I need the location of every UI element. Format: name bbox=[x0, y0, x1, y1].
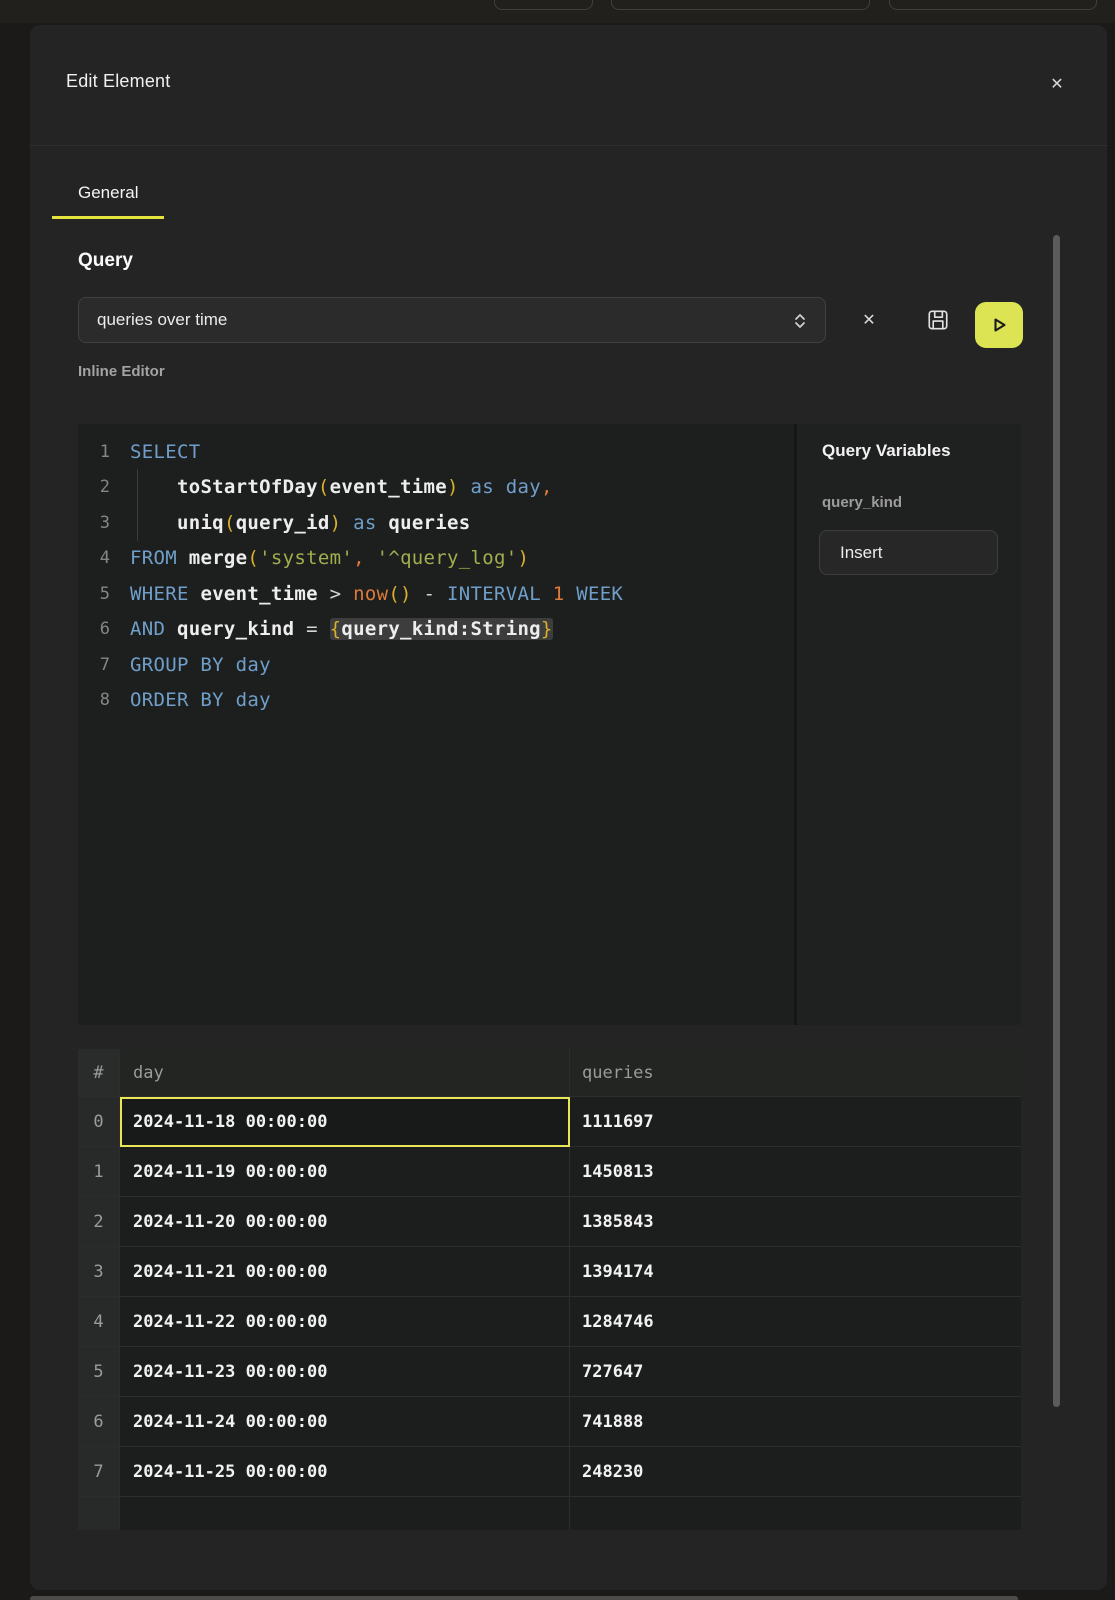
code-text: GROUP BY day bbox=[130, 654, 271, 676]
code-text: SELECT bbox=[130, 441, 200, 463]
code-line[interactable]: 4 FROM merge('system', '^query_log') bbox=[78, 541, 794, 577]
query-heading: Query bbox=[78, 250, 133, 272]
code-text: AND query_kind = {query_kind:String} bbox=[130, 618, 553, 640]
code-text: uniq(query_id) as queries bbox=[130, 512, 471, 534]
tab-general[interactable]: General bbox=[52, 183, 164, 219]
query-variables-heading: Query Variables bbox=[822, 441, 951, 461]
code-line[interactable]: 5 WHERE event_time > now() - INTERVAL 1 W… bbox=[78, 576, 794, 612]
background-button bbox=[494, 0, 593, 10]
line-number: 5 bbox=[88, 584, 110, 604]
row-index-cell[interactable]: 1 bbox=[78, 1147, 120, 1197]
code-text: ORDER BY day bbox=[130, 689, 271, 711]
clear-icon: ✕ bbox=[862, 310, 875, 330]
table-row: 72024-11-25 00:00:00248230 bbox=[78, 1447, 1021, 1497]
chevron-up-down-icon bbox=[789, 310, 811, 332]
code-line[interactable]: 3 uniq(query_id) as queries bbox=[78, 505, 794, 541]
queries-cell[interactable]: 1394174 bbox=[570, 1247, 1021, 1297]
row-index-cell[interactable]: 6 bbox=[78, 1397, 120, 1447]
table-row: 12024-11-19 00:00:001450813 bbox=[78, 1147, 1021, 1197]
query-variables-panel: Query Variables query_kind Insert bbox=[797, 424, 1021, 1025]
day-cell[interactable]: 2024-11-22 00:00:00 bbox=[120, 1297, 570, 1347]
row-index-cell[interactable]: 7 bbox=[78, 1447, 120, 1497]
screen: Edit Element ✕ General Query queries ove… bbox=[0, 0, 1115, 1600]
line-number: 2 bbox=[88, 477, 110, 497]
queries-cell[interactable]: 727647 bbox=[570, 1347, 1021, 1397]
row-index-cell[interactable]: 2 bbox=[78, 1197, 120, 1247]
table-row: 22024-11-20 00:00:001385843 bbox=[78, 1197, 1021, 1247]
background-button bbox=[889, 0, 1097, 10]
line-number: 1 bbox=[88, 442, 110, 462]
table-row: 42024-11-22 00:00:001284746 bbox=[78, 1297, 1021, 1347]
queries-cell[interactable]: 741888 bbox=[570, 1397, 1021, 1447]
line-number: 4 bbox=[88, 548, 110, 568]
save-query-button[interactable] bbox=[923, 305, 953, 335]
row-index-cell[interactable]: 0 bbox=[78, 1097, 120, 1147]
run-query-button[interactable] bbox=[975, 302, 1023, 348]
day-cell-selected[interactable]: 2024-11-18 00:00:00 bbox=[120, 1097, 570, 1147]
modal-scrollbar[interactable] bbox=[1053, 235, 1060, 1407]
edit-element-modal: Edit Element ✕ General Query queries ove… bbox=[30, 25, 1107, 1590]
query-select[interactable]: queries over time bbox=[78, 297, 826, 343]
code-text: toStartOfDay(event_time) as day, bbox=[130, 476, 553, 498]
day-cell[interactable]: 2024-11-23 00:00:00 bbox=[120, 1347, 570, 1397]
day-cell[interactable]: 2024-11-21 00:00:00 bbox=[120, 1247, 570, 1297]
line-number: 6 bbox=[88, 619, 110, 639]
day-cell[interactable]: 2024-11-25 00:00:00 bbox=[120, 1447, 570, 1497]
indent-guide bbox=[137, 469, 138, 541]
queries-cell[interactable]: 1284746 bbox=[570, 1297, 1021, 1347]
day-cell[interactable]: 2024-11-20 00:00:00 bbox=[120, 1197, 570, 1247]
table-trailer-row bbox=[78, 1497, 1021, 1530]
line-number: 8 bbox=[88, 690, 110, 710]
clear-query-button[interactable]: ✕ bbox=[854, 305, 884, 335]
table-body: 02024-11-18 00:00:00111169712024-11-19 0… bbox=[78, 1097, 1021, 1497]
code-line[interactable]: 6 AND query_kind = {query_kind:String} bbox=[78, 612, 794, 648]
close-icon[interactable]: ✕ bbox=[1043, 70, 1071, 98]
inline-editor-label: Inline Editor bbox=[78, 363, 165, 380]
table-header-row: #dayqueries bbox=[78, 1049, 1021, 1097]
column-header-index[interactable]: # bbox=[78, 1049, 120, 1097]
results-table: #dayqueries02024-11-18 00:00:00111169712… bbox=[78, 1049, 1021, 1530]
code-text: FROM merge('system', '^query_log') bbox=[130, 547, 529, 569]
column-header-day[interactable]: day bbox=[120, 1049, 570, 1097]
bottom-edge-element bbox=[30, 1596, 1018, 1600]
play-icon bbox=[986, 312, 1012, 338]
table-row: 62024-11-24 00:00:00741888 bbox=[78, 1397, 1021, 1447]
background-page-toolbar bbox=[0, 0, 1115, 23]
code-line[interactable]: 8 ORDER BY day bbox=[78, 683, 794, 719]
header-divider bbox=[30, 145, 1107, 146]
row-index-cell[interactable]: 5 bbox=[78, 1347, 120, 1397]
variable-name-label: query_kind bbox=[822, 494, 902, 511]
row-index-cell[interactable]: 3 bbox=[78, 1247, 120, 1297]
query-select-value: queries over time bbox=[79, 310, 227, 330]
line-number: 3 bbox=[88, 513, 110, 533]
tab-general-label: General bbox=[78, 183, 138, 202]
row-index-cell[interactable]: 4 bbox=[78, 1297, 120, 1347]
sql-editor: 1 SELECT 2 toStartOfDay(event_time) as day… bbox=[78, 424, 1021, 1025]
code-line[interactable]: 1 SELECT bbox=[78, 434, 794, 470]
queries-cell[interactable]: 248230 bbox=[570, 1447, 1021, 1497]
day-cell[interactable]: 2024-11-24 00:00:00 bbox=[120, 1397, 570, 1447]
table-row: 32024-11-21 00:00:001394174 bbox=[78, 1247, 1021, 1297]
column-header-queries[interactable]: queries bbox=[570, 1049, 1021, 1097]
table-row: 52024-11-23 00:00:00727647 bbox=[78, 1347, 1021, 1397]
queries-cell[interactable]: 1111697 bbox=[570, 1097, 1021, 1147]
code-line[interactable]: 2 toStartOfDay(event_time) as day, bbox=[78, 470, 794, 506]
modal-title: Edit Element bbox=[66, 71, 170, 92]
line-number: 7 bbox=[88, 655, 110, 675]
table-row: 02024-11-18 00:00:001111697 bbox=[78, 1097, 1021, 1147]
code-text: WHERE event_time > now() - INTERVAL 1 WE… bbox=[130, 583, 623, 605]
save-icon bbox=[926, 308, 950, 332]
queries-cell[interactable]: 1385843 bbox=[570, 1197, 1021, 1247]
code-line[interactable]: 7 GROUP BY day bbox=[78, 647, 794, 683]
insert-variable-button[interactable]: Insert bbox=[819, 530, 998, 575]
query-variable-chip: {query_kind:String} bbox=[330, 618, 553, 640]
queries-cell[interactable]: 1450813 bbox=[570, 1147, 1021, 1197]
sql-code-area[interactable]: 1 SELECT 2 toStartOfDay(event_time) as day… bbox=[78, 424, 794, 1025]
background-button bbox=[611, 0, 870, 10]
insert-button-label: Insert bbox=[820, 543, 883, 563]
day-cell[interactable]: 2024-11-19 00:00:00 bbox=[120, 1147, 570, 1197]
